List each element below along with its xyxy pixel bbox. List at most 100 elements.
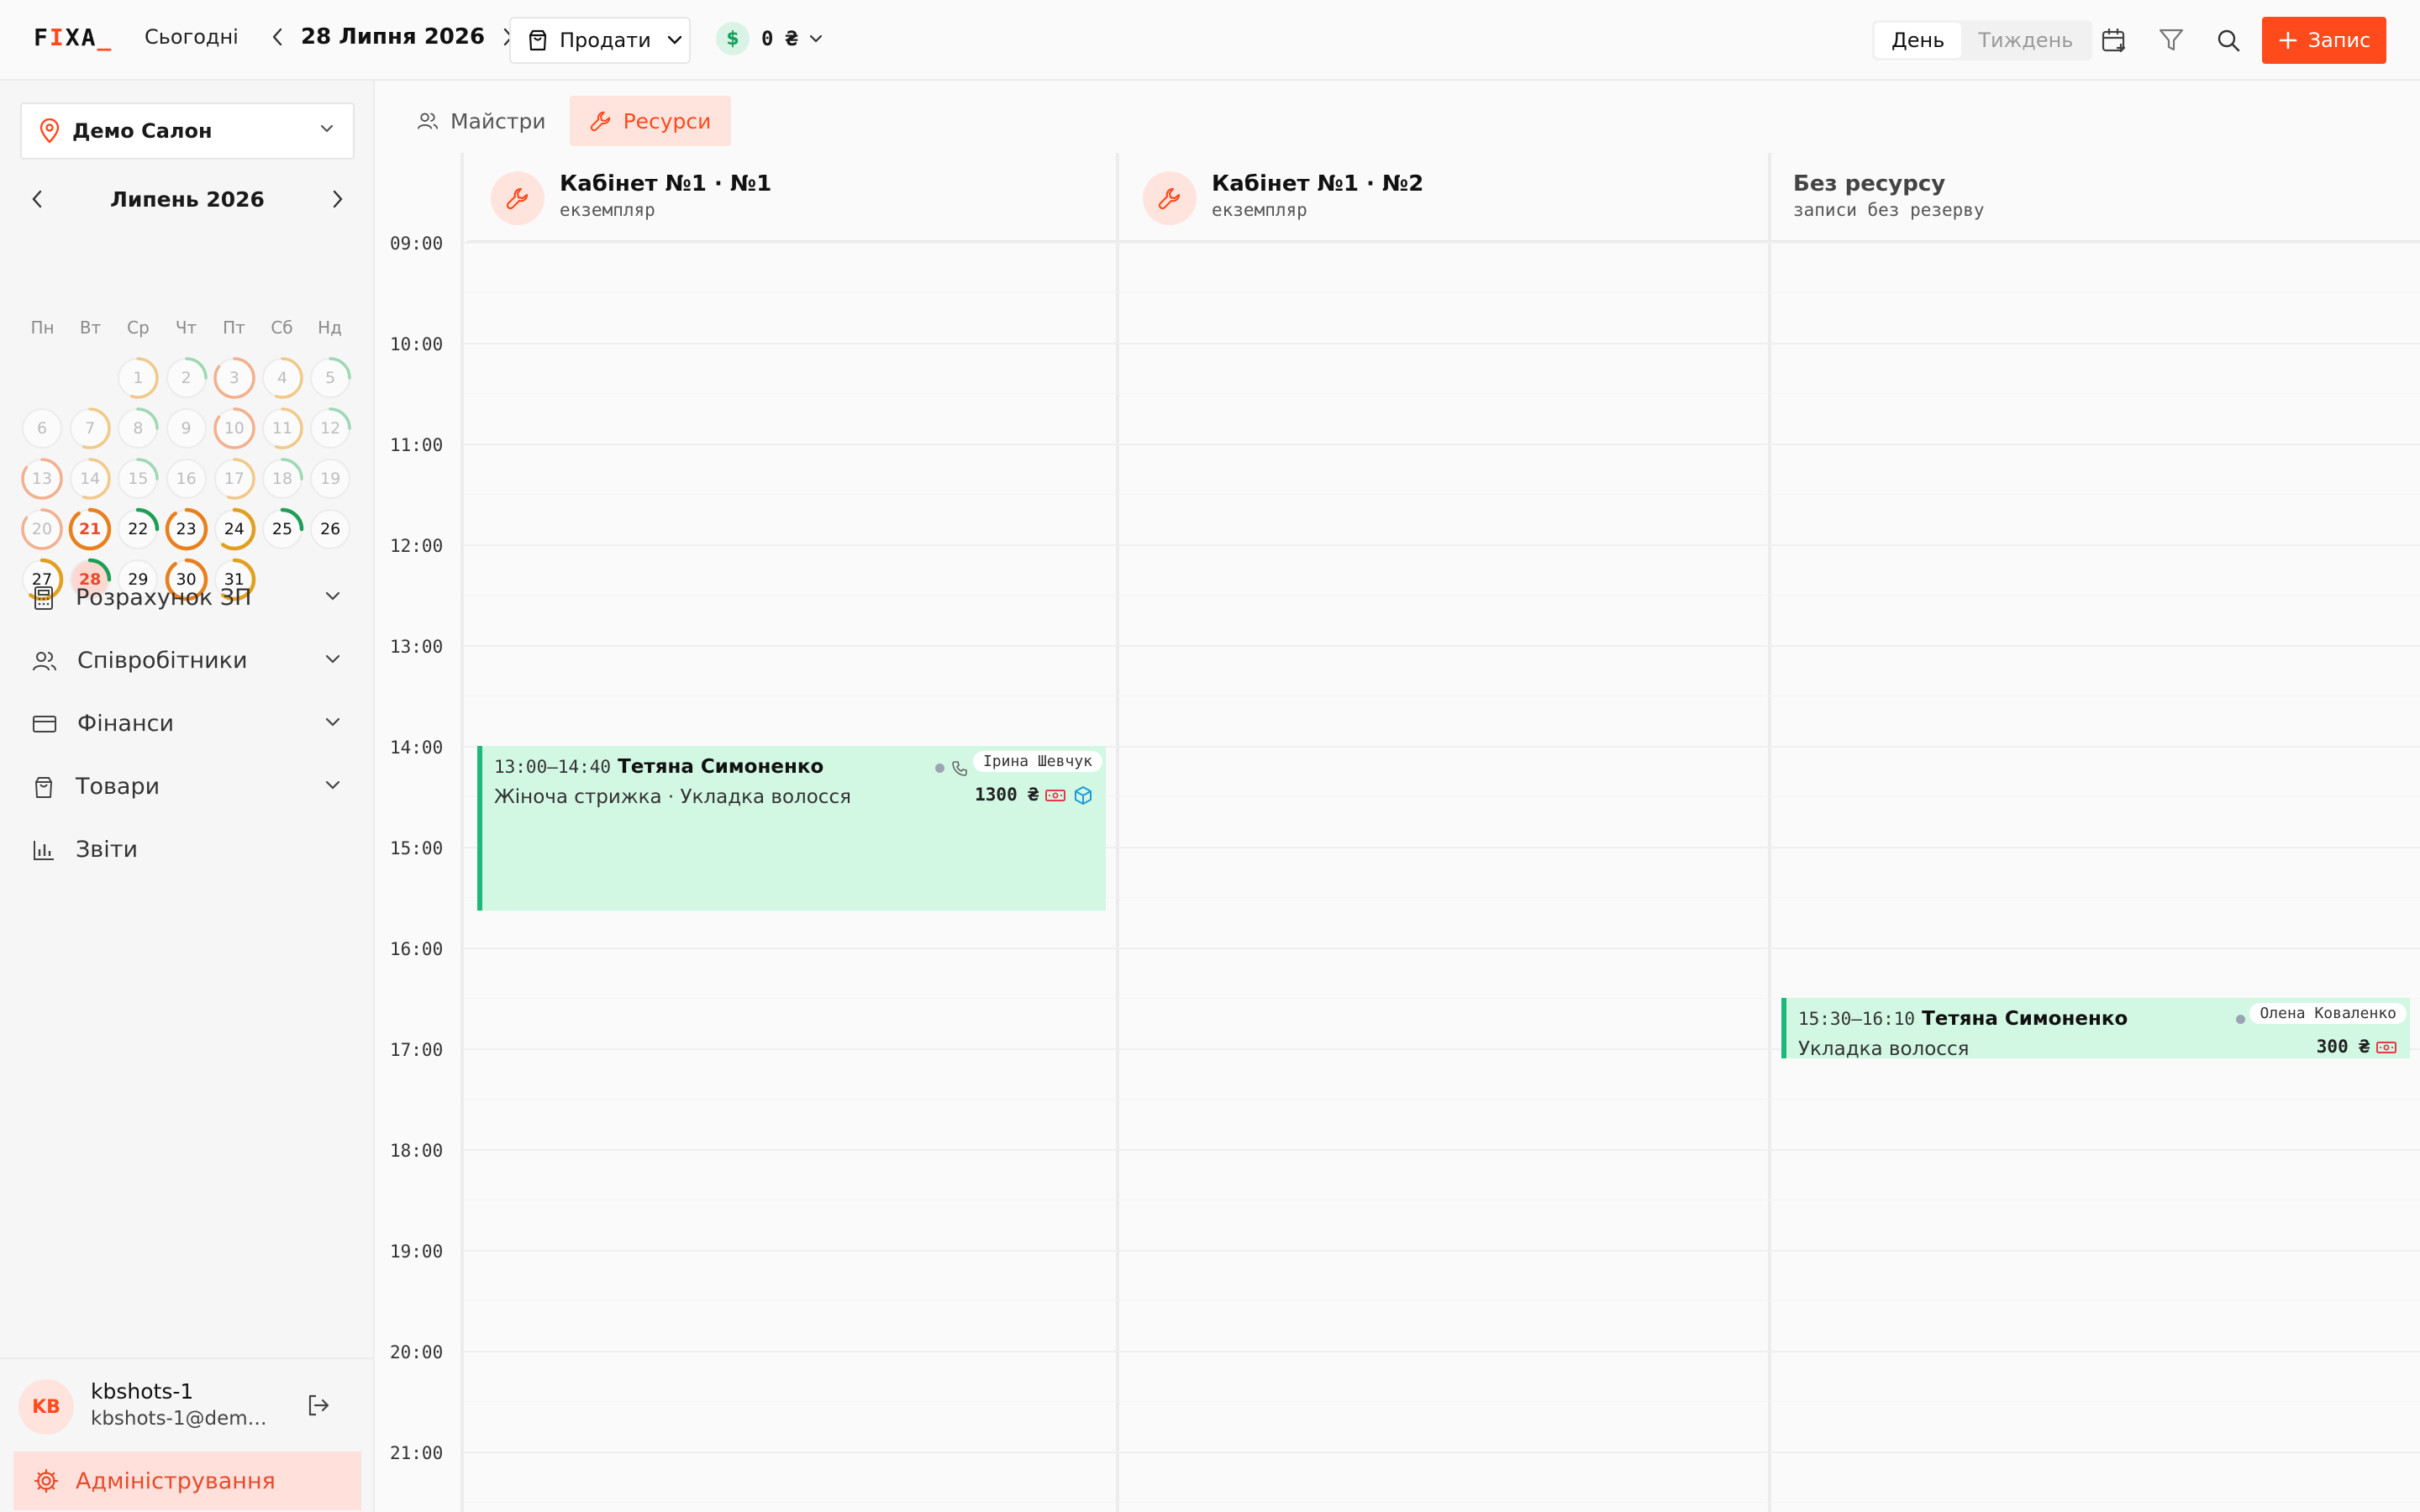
hour-label: 21:00 bbox=[390, 1443, 444, 1463]
hour-label: 20:00 bbox=[390, 1342, 444, 1362]
appointment-price: 300 ₴ bbox=[2316, 1037, 2370, 1057]
day-number: 15 bbox=[128, 470, 149, 488]
appointment-service: Жіноча стрижка · Укладка волосся bbox=[494, 786, 851, 808]
appointment-card[interactable]: 15:30–16:10 Тетяна Симоненко Олена Ковале… bbox=[1781, 998, 2410, 1060]
prev-day-button[interactable] bbox=[266, 22, 289, 52]
logout-button[interactable] bbox=[306, 1393, 331, 1421]
search-icon bbox=[2217, 29, 2240, 52]
sidebar-item-payroll[interactable]: Розрахунок ЗП bbox=[20, 566, 355, 629]
weekday-label: Пт bbox=[223, 318, 245, 338]
resource-name: Кабінет №1 · №2 bbox=[1212, 171, 1424, 197]
chevron-down-icon bbox=[320, 124, 334, 133]
today-button[interactable]: Сьогодні bbox=[145, 25, 239, 49]
hour-gridline bbox=[464, 544, 2420, 546]
calendar-add-button[interactable] bbox=[2097, 24, 2131, 57]
calendar-day[interactable]: 11 bbox=[260, 407, 304, 450]
day-number: 19 bbox=[320, 470, 341, 488]
calendar-day[interactable]: 12 bbox=[308, 407, 352, 450]
calendar-day[interactable]: 5 bbox=[308, 356, 352, 400]
app-logo[interactable]: FIXA_ bbox=[34, 24, 113, 51]
calendar-day[interactable]: 21 bbox=[68, 507, 112, 551]
chevron-down-icon bbox=[325, 654, 340, 664]
resource-subtitle: записи без резерву bbox=[1793, 200, 1985, 220]
day-number: 6 bbox=[36, 419, 48, 438]
calendar-day[interactable]: 4 bbox=[260, 356, 304, 400]
calendar-day[interactable]: 16 bbox=[165, 457, 208, 501]
chevron-down-icon bbox=[810, 34, 823, 43]
salon-selector[interactable]: Демо Салон bbox=[20, 102, 355, 160]
calendar-day[interactable]: 15 bbox=[116, 457, 160, 501]
plus-icon bbox=[2279, 31, 2297, 50]
calendar-day[interactable]: 6 bbox=[20, 407, 64, 450]
shopping-bag-icon bbox=[529, 29, 547, 51]
hour-label: 11:00 bbox=[390, 435, 444, 455]
calendar-day[interactable]: 17 bbox=[213, 457, 256, 501]
add-appointment-label: Запис bbox=[2307, 29, 2371, 52]
hour-gridline bbox=[464, 444, 2420, 445]
status-dot-icon bbox=[2236, 1015, 2245, 1024]
appointment-card[interactable]: 13:00–14:40 Тетяна Симоненко Ірина Шевчук… bbox=[477, 746, 1106, 911]
calendar-day[interactable]: 14 bbox=[68, 457, 112, 501]
chevron-right-icon bbox=[333, 190, 343, 208]
admin-button[interactable]: Адміністрування bbox=[13, 1452, 361, 1510]
next-month-button[interactable] bbox=[321, 182, 355, 216]
resource-subtitle: екземпляр bbox=[1212, 200, 1307, 220]
calendar-day[interactable]: 24 bbox=[213, 507, 256, 551]
sidebar-item-label: Фінанси bbox=[77, 711, 174, 737]
calendar-day[interactable]: 25 bbox=[260, 507, 304, 551]
view-day-button[interactable]: День bbox=[1875, 23, 1962, 58]
day-number: 16 bbox=[176, 470, 197, 488]
calendar-day[interactable]: 1 bbox=[116, 356, 160, 400]
sidebar-item-label: Товари bbox=[76, 774, 160, 800]
calendar-day[interactable]: 13 bbox=[20, 457, 64, 501]
weekday-label: Сб bbox=[271, 318, 293, 338]
appointment-time: 13:00–14:40 bbox=[494, 757, 612, 777]
calendar-day[interactable]: 8 bbox=[116, 407, 160, 450]
hour-label: 10:00 bbox=[390, 334, 444, 354]
chevron-down-icon bbox=[325, 780, 340, 790]
avatar[interactable]: KB bbox=[18, 1379, 74, 1435]
calendar-day[interactable]: 10 bbox=[213, 407, 256, 450]
logo-text: FIXA bbox=[34, 24, 97, 51]
calendar-day[interactable]: 26 bbox=[308, 507, 352, 551]
schedule-grid: Кабінет №1 · №1 екземпляр Кабінет №1 · №… bbox=[375, 153, 2420, 1512]
filter-button[interactable] bbox=[2154, 24, 2188, 57]
calendar-day[interactable]: 3 bbox=[213, 356, 256, 400]
sidebar-item-products[interactable]: Товари bbox=[20, 755, 355, 818]
tab-masters[interactable]: Майстри bbox=[397, 96, 566, 146]
users-icon bbox=[417, 113, 439, 129]
calendar-day[interactable]: 19 bbox=[308, 457, 352, 501]
appointment-client: Тетяна Симоненко bbox=[1922, 1008, 2128, 1030]
add-appointment-button[interactable]: Запис bbox=[2262, 17, 2386, 64]
calendar-day[interactable]: 9 bbox=[165, 407, 208, 450]
prev-month-button[interactable] bbox=[20, 182, 54, 216]
calendar-day[interactable]: 18 bbox=[260, 457, 304, 501]
calendar-day[interactable]: 22 bbox=[116, 507, 160, 551]
master-badge: Олена Коваленко bbox=[2249, 1003, 2407, 1024]
sidebar-item-finance[interactable]: Фінанси bbox=[20, 692, 355, 755]
hour-label: 13:00 bbox=[390, 637, 444, 657]
tab-resources[interactable]: Ресурси bbox=[569, 96, 732, 146]
sidebar-item-reports[interactable]: Звіти bbox=[20, 818, 355, 881]
current-date[interactable]: 28 Липня 2026 bbox=[301, 24, 485, 50]
month-label: Липень 2026 bbox=[110, 186, 265, 212]
calendar-day[interactable]: 20 bbox=[20, 507, 64, 551]
day-number: 2 bbox=[181, 369, 192, 387]
day-number: 7 bbox=[85, 419, 96, 438]
view-week-button[interactable]: Тиждень bbox=[1961, 23, 2090, 58]
sidebar: Демо Салон Липень 2026 Пн Вт Ср Чт Пт Сб… bbox=[0, 81, 375, 1512]
cash-balance[interactable]: $ 0 ₴ bbox=[716, 22, 823, 55]
weekday-label: Пн bbox=[30, 318, 55, 338]
sell-dropdown[interactable]: Продати bbox=[509, 17, 691, 64]
calendar-day[interactable]: 23 bbox=[165, 507, 208, 551]
calendar-day[interactable]: 2 bbox=[165, 356, 208, 400]
day-number: 1 bbox=[133, 369, 144, 387]
day-number: 5 bbox=[325, 369, 336, 387]
search-button[interactable] bbox=[2212, 24, 2245, 57]
day-number: 18 bbox=[271, 470, 293, 488]
weekday-label: Нд bbox=[318, 318, 342, 338]
calendar-day[interactable]: 7 bbox=[68, 407, 112, 450]
hour-gridline bbox=[464, 343, 2420, 344]
wrench-icon bbox=[491, 171, 544, 225]
sidebar-item-employees[interactable]: Співробітники bbox=[20, 629, 355, 692]
